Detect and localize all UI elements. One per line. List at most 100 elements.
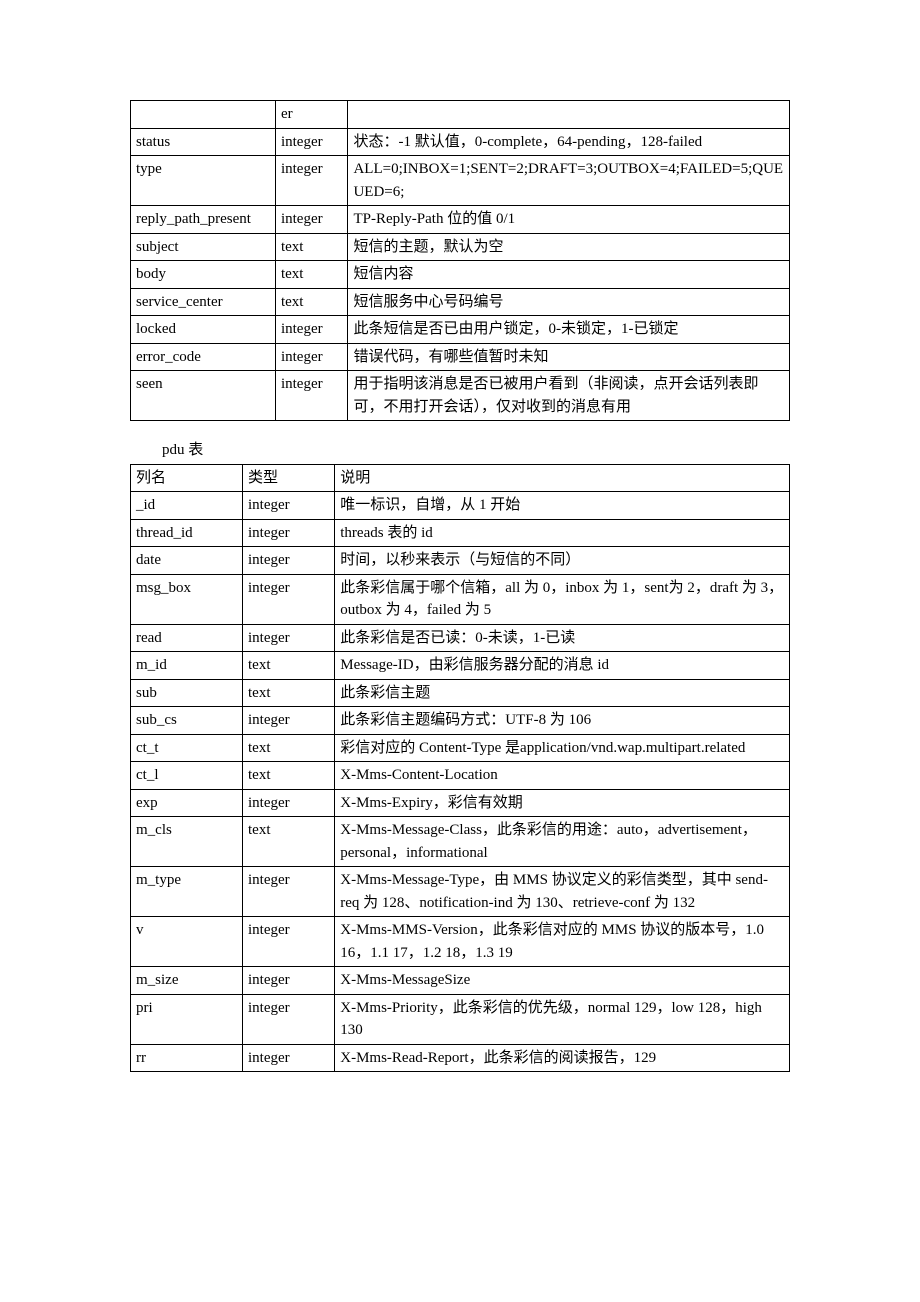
table-cell: X-Mms-Expiry，彩信有效期 [335, 789, 790, 817]
table-label-pdu: pdu 表 [130, 439, 790, 462]
table-cell: 此条彩信是否已读：0-未读，1-已读 [335, 624, 790, 652]
table-header-cell: 说明 [335, 464, 790, 492]
table-cell: integer [275, 206, 347, 234]
table-cell: 唯一标识，自增，从 1 开始 [335, 492, 790, 520]
table-cell: text [275, 233, 347, 261]
table-row: typeintegerALL=0;INBOX=1;SENT=2;DRAFT=3;… [131, 156, 790, 206]
table-cell: X-Mms-Message-Class，此条彩信的用途：auto，adverti… [335, 817, 790, 867]
table-cell: integer [243, 624, 335, 652]
table-cell: read [131, 624, 243, 652]
table-cell [131, 101, 276, 129]
table-cell: integer [275, 156, 347, 206]
table-cell: X-Mms-Read-Report，此条彩信的阅读报告，129 [335, 1044, 790, 1072]
table-cell: X-Mms-Message-Type，由 MMS 协议定义的彩信类型，其中 se… [335, 867, 790, 917]
table-cell: 短信服务中心号码编号 [348, 288, 790, 316]
table-cell: integer [243, 1044, 335, 1072]
table-cell: ALL=0;INBOX=1;SENT=2;DRAFT=3;OUTBOX=4;FA… [348, 156, 790, 206]
table-row: priintegerX-Mms-Priority，此条彩信的优先级，normal… [131, 994, 790, 1044]
table-cell: rr [131, 1044, 243, 1072]
table-cell: body [131, 261, 276, 289]
table-cell: integer [243, 789, 335, 817]
table-cell: text [243, 762, 335, 790]
table-row: ct_ltextX-Mms-Content-Location [131, 762, 790, 790]
table-cell: thread_id [131, 519, 243, 547]
table-cell [348, 101, 790, 129]
table-row: error_codeinteger错误代码，有哪些值暂时未知 [131, 343, 790, 371]
table-row: bodytext短信内容 [131, 261, 790, 289]
table-row: _idinteger唯一标识，自增，从 1 开始 [131, 492, 790, 520]
table-cell: integer [275, 128, 347, 156]
table-cell: msg_box [131, 574, 243, 624]
table-row: rrintegerX-Mms-Read-Report，此条彩信的阅读报告，129 [131, 1044, 790, 1072]
table-cell: seen [131, 371, 276, 421]
table-cell: service_center [131, 288, 276, 316]
table-cell: integer [243, 867, 335, 917]
table-cell: X-Mms-Priority，此条彩信的优先级，normal 129，low 1… [335, 994, 790, 1044]
table-cell: text [275, 261, 347, 289]
table-cell: 此条短信是否已由用户锁定，0-未锁定，1-已锁定 [348, 316, 790, 344]
table-row: er [131, 101, 790, 129]
table-cell: X-Mms-MMS-Version，此条彩信对应的 MMS 协议的版本号，1.0… [335, 917, 790, 967]
table-row: reply_path_presentintegerTP-Reply-Path 位… [131, 206, 790, 234]
table-row: readinteger此条彩信是否已读：0-未读，1-已读 [131, 624, 790, 652]
table-cell: integer [243, 492, 335, 520]
table-cell: m_type [131, 867, 243, 917]
table-cell: error_code [131, 343, 276, 371]
table-row: sub_csinteger此条彩信主题编码方式：UTF-8 为 106 [131, 707, 790, 735]
table-cell: text [243, 652, 335, 680]
table-cell: exp [131, 789, 243, 817]
table-cell: X-Mms-MessageSize [335, 967, 790, 995]
table-row: ct_ttext彩信对应的 Content-Type 是application/… [131, 734, 790, 762]
table-row: vintegerX-Mms-MMS-Version，此条彩信对应的 MMS 协议… [131, 917, 790, 967]
table-cell: 时间，以秒来表示（与短信的不同） [335, 547, 790, 575]
table-cell: 彩信对应的 Content-Type 是application/vnd.wap.… [335, 734, 790, 762]
table-row: seeninteger用于指明该消息是否已被用户看到（非阅读，点开会话列表即可，… [131, 371, 790, 421]
table-cell: integer [243, 967, 335, 995]
table-row: m_sizeintegerX-Mms-MessageSize [131, 967, 790, 995]
table-cell: locked [131, 316, 276, 344]
table-cell: integer [243, 547, 335, 575]
table-pdu-fields: 列名类型说明_idinteger唯一标识，自增，从 1 开始thread_idi… [130, 464, 790, 1073]
table-row: expintegerX-Mms-Expiry，彩信有效期 [131, 789, 790, 817]
table-row: m_clstextX-Mms-Message-Class，此条彩信的用途：aut… [131, 817, 790, 867]
table-cell: TP-Reply-Path 位的值 0/1 [348, 206, 790, 234]
table-header-cell: 类型 [243, 464, 335, 492]
table-cell: text [275, 288, 347, 316]
table-cell: integer [243, 574, 335, 624]
table-cell: sub [131, 679, 243, 707]
table-cell: _id [131, 492, 243, 520]
table-row: service_centertext短信服务中心号码编号 [131, 288, 790, 316]
table-cell: er [275, 101, 347, 129]
table-cell: m_cls [131, 817, 243, 867]
table-cell: integer [275, 343, 347, 371]
table-cell: X-Mms-Content-Location [335, 762, 790, 790]
table-cell: 此条彩信主题编码方式：UTF-8 为 106 [335, 707, 790, 735]
table-cell: 短信内容 [348, 261, 790, 289]
table-cell: reply_path_present [131, 206, 276, 234]
table-row: m_idtextMessage-ID，由彩信服务器分配的消息 id [131, 652, 790, 680]
table-cell: 错误代码，有哪些值暂时未知 [348, 343, 790, 371]
table-cell: text [243, 734, 335, 762]
table-row: msg_boxinteger此条彩信属于哪个信箱，all 为 0，inbox 为… [131, 574, 790, 624]
table-cell: 状态：-1 默认值，0-complete，64-pending，128-fail… [348, 128, 790, 156]
table-cell: 此条彩信属于哪个信箱，all 为 0，inbox 为 1，sent为 2，dra… [335, 574, 790, 624]
table-sms-fields: erstatusinteger状态：-1 默认值，0-complete，64-p… [130, 100, 790, 421]
table-cell: integer [243, 519, 335, 547]
table-cell: type [131, 156, 276, 206]
table-cell: text [243, 817, 335, 867]
table-cell: integer [243, 707, 335, 735]
table-row: m_typeintegerX-Mms-Message-Type，由 MMS 协议… [131, 867, 790, 917]
table-cell: ct_t [131, 734, 243, 762]
table-row: subtext此条彩信主题 [131, 679, 790, 707]
table-cell: integer [243, 994, 335, 1044]
table-cell: text [243, 679, 335, 707]
table-row: statusinteger状态：-1 默认值，0-complete，64-pen… [131, 128, 790, 156]
table-cell: status [131, 128, 276, 156]
table-cell: date [131, 547, 243, 575]
table-cell: m_id [131, 652, 243, 680]
table-cell: m_size [131, 967, 243, 995]
table-cell: subject [131, 233, 276, 261]
table-cell: ct_l [131, 762, 243, 790]
table-cell: sub_cs [131, 707, 243, 735]
table-cell: 用于指明该消息是否已被用户看到（非阅读，点开会话列表即可，不用打开会话），仅对收… [348, 371, 790, 421]
